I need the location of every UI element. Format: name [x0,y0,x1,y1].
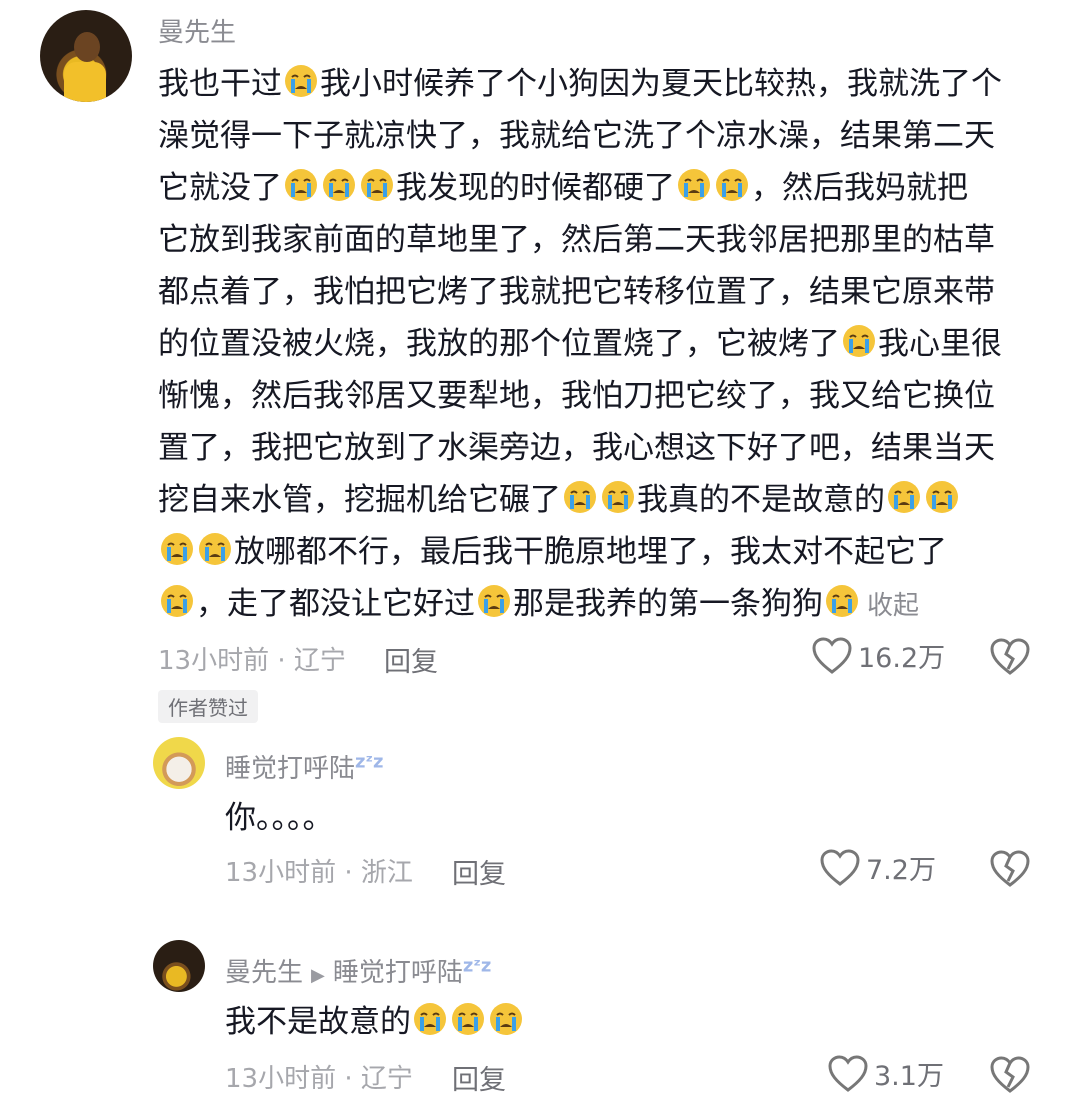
crying-face-icon [826,585,858,617]
reply-username[interactable]: 睡觉打呼陆zᶻz [225,748,383,785]
dislike-button[interactable] [990,850,1030,892]
commenter-username[interactable]: 曼先生 [158,12,236,49]
comment-meta: 13小时前 · 辽宁 [158,646,346,676]
crying-face-icon [490,1003,522,1035]
crying-face-icon [361,169,393,201]
crying-face-icon [199,533,231,565]
crying-face-icon [161,533,193,565]
crying-face-icon [323,169,355,201]
like-count: 7.2万 [866,855,936,886]
crying-face-icon [285,169,317,201]
crying-face-icon [678,169,710,201]
heart-outline-icon [812,636,852,674]
crying-face-icon [414,1003,446,1035]
reply-button[interactable]: 回复 [384,640,438,679]
reply-meta: 13小时前 · 辽宁 [225,1064,413,1094]
like-button[interactable]: 16.2万 [812,636,945,675]
sleep-icon: zᶻz [462,955,492,977]
heart-outline-icon [820,848,860,886]
crying-face-icon [602,481,634,513]
crying-face-icon [888,481,920,513]
broken-heart-icon [990,850,1030,887]
sleep-icon: zᶻz [355,751,384,773]
like-count: 3.1万 [874,1061,944,1092]
reply-avatar[interactable] [153,940,205,992]
play-triangle-icon: ▶ [311,965,325,986]
crying-face-icon [161,585,193,617]
reply-username[interactable]: 曼先生 ▶ 睡觉打呼陆zᶻz [225,952,491,989]
dislike-button[interactable] [990,638,1030,680]
crying-face-icon [716,169,748,201]
collapse-button[interactable]: 收起 [867,591,919,621]
reply-avatar[interactable] [153,737,205,789]
reply-button[interactable]: 回复 [452,1058,506,1097]
crying-face-icon [285,65,317,97]
crying-face-icon [452,1003,484,1035]
broken-heart-icon [990,1056,1030,1093]
reply-button[interactable]: 回复 [452,852,506,891]
crying-face-icon [564,481,596,513]
crying-face-icon [478,585,510,617]
broken-heart-icon [990,638,1030,675]
like-button[interactable]: 7.2万 [820,848,936,887]
reply-text: 我不是故意的 [225,996,525,1048]
dislike-button[interactable] [990,1056,1030,1098]
reply-meta: 13小时前 · 浙江 [225,858,413,888]
reply-to-username[interactable]: 睡觉打呼陆 [333,958,463,988]
like-count: 16.2万 [858,643,946,674]
crying-face-icon [926,481,958,513]
commenter-avatar[interactable] [40,10,132,102]
comment-text: 我也干过 我小时候养了个小狗因为夏天比较热，我就洗了个 澡觉得一下子就凉快了，我就给… [158,58,1002,632]
crying-face-icon [843,325,875,357]
author-liked-badge: 作者赞过 [158,690,258,723]
reply-text: 你。。。。 [225,800,334,836]
heart-outline-icon [828,1054,868,1092]
like-button[interactable]: 3.1万 [828,1054,944,1093]
